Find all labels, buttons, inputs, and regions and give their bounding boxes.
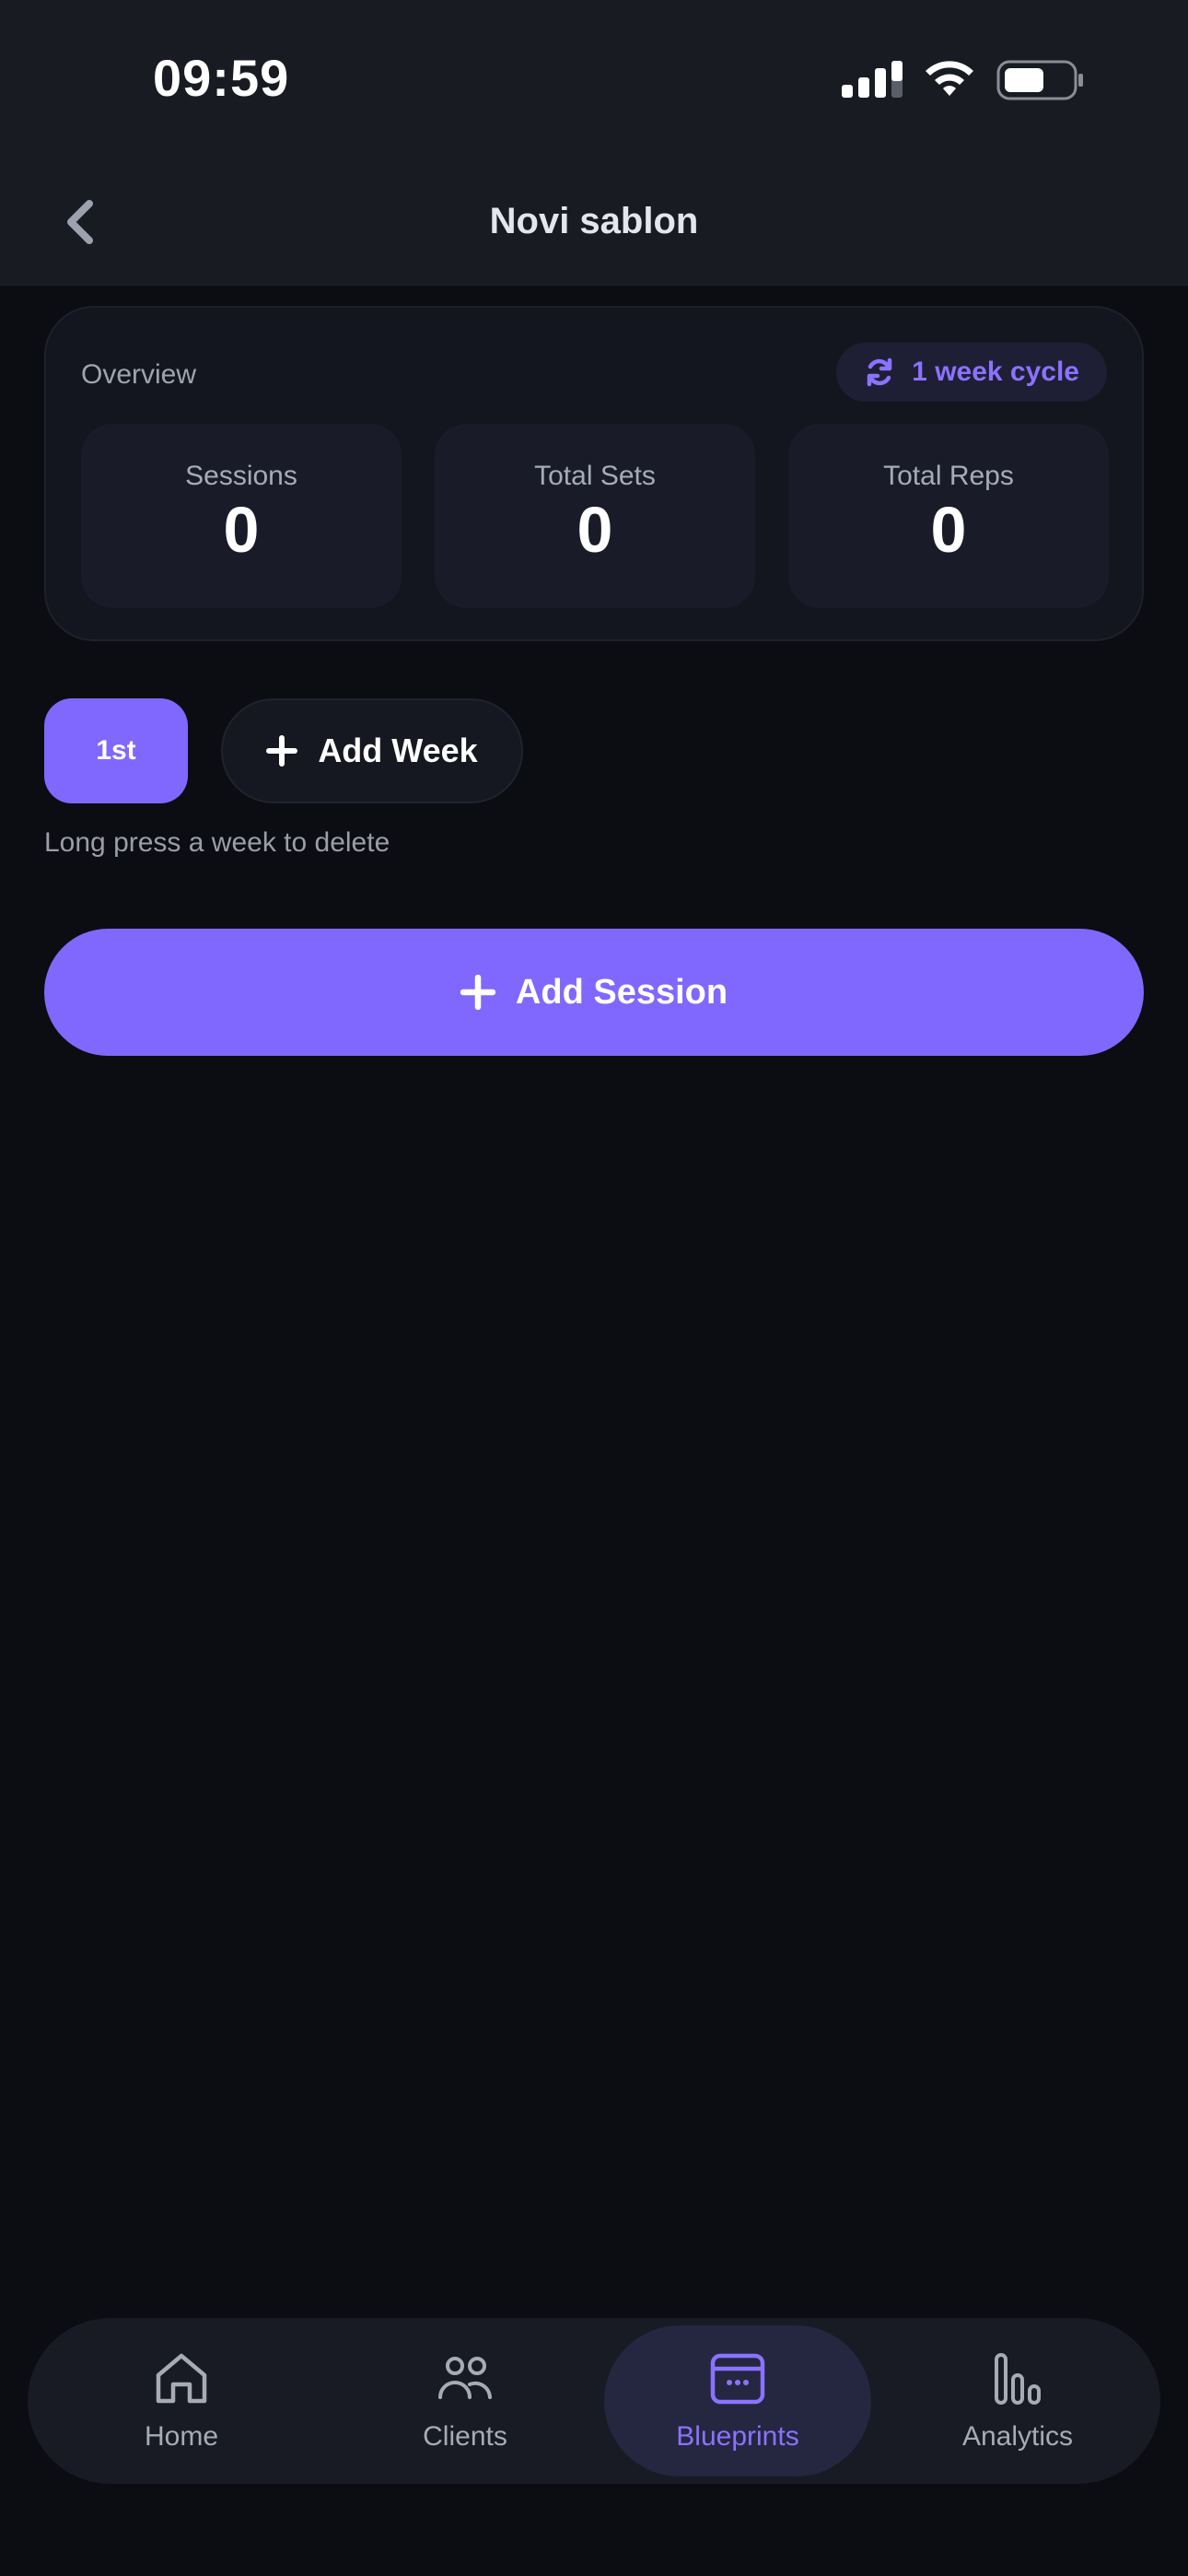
refresh-icon [867, 357, 892, 387]
plus-icon [266, 735, 298, 767]
nav-label: Blueprints [676, 2421, 799, 2452]
cycle-badge-label: 1 week cycle [912, 357, 1079, 387]
add-session-button[interactable]: Add Session [44, 929, 1144, 1056]
add-week-button[interactable]: Add Week [221, 698, 523, 803]
plus-icon [460, 975, 495, 1010]
stat-label: Sessions [185, 461, 297, 491]
users-icon [438, 2357, 492, 2399]
nav-label: Analytics [961, 2421, 1074, 2452]
app-screen: 09:59 Novi sablon Overview 1 week cycle … [0, 0, 1188, 2576]
wifi-icon [926, 61, 973, 96]
stat-sessions: Sessions 0 [81, 424, 402, 608]
stat-total-sets: Total Sets 0 [435, 424, 755, 608]
battery-icon [996, 60, 1083, 100]
cycle-badge[interactable]: 1 week cycle [836, 343, 1107, 402]
nav-label: Home [144, 2421, 219, 2452]
bottom-nav: Home Clients Blueprints Analytics [28, 2318, 1160, 2484]
stat-total-reps: Total Reps 0 [788, 424, 1109, 608]
stat-label: Total Sets [534, 461, 656, 491]
top-bar: 09:59 Novi sablon [0, 0, 1188, 286]
blueprint-icon [710, 2353, 765, 2405]
overview-card: Overview 1 week cycle Sessions 0 Total S… [44, 306, 1144, 641]
page-title: Novi sablon [489, 201, 699, 241]
nav-analytics[interactable]: Analytics [884, 2325, 1151, 2476]
nav-clients[interactable]: Clients [332, 2325, 599, 2476]
bar-chart-icon [995, 2353, 1041, 2405]
overview-label: Overview [81, 359, 197, 390]
week-chip-1st[interactable]: 1st [44, 698, 188, 803]
nav-blueprints[interactable]: Blueprints [604, 2325, 871, 2476]
cellular-signal-icon [842, 61, 903, 98]
nav-home[interactable]: Home [48, 2325, 315, 2476]
status-time: 09:59 [153, 49, 290, 107]
add-week-label: Add Week [318, 732, 478, 769]
home-icon [156, 2353, 207, 2404]
nav-label: Clients [423, 2421, 507, 2452]
add-session-label: Add Session [515, 972, 728, 1012]
delete-week-hint: Long press a week to delete [44, 827, 390, 858]
stat-value: 0 [930, 494, 967, 566]
stat-label: Total Reps [883, 461, 1014, 491]
stat-value: 0 [223, 494, 260, 566]
stat-value: 0 [577, 494, 613, 566]
